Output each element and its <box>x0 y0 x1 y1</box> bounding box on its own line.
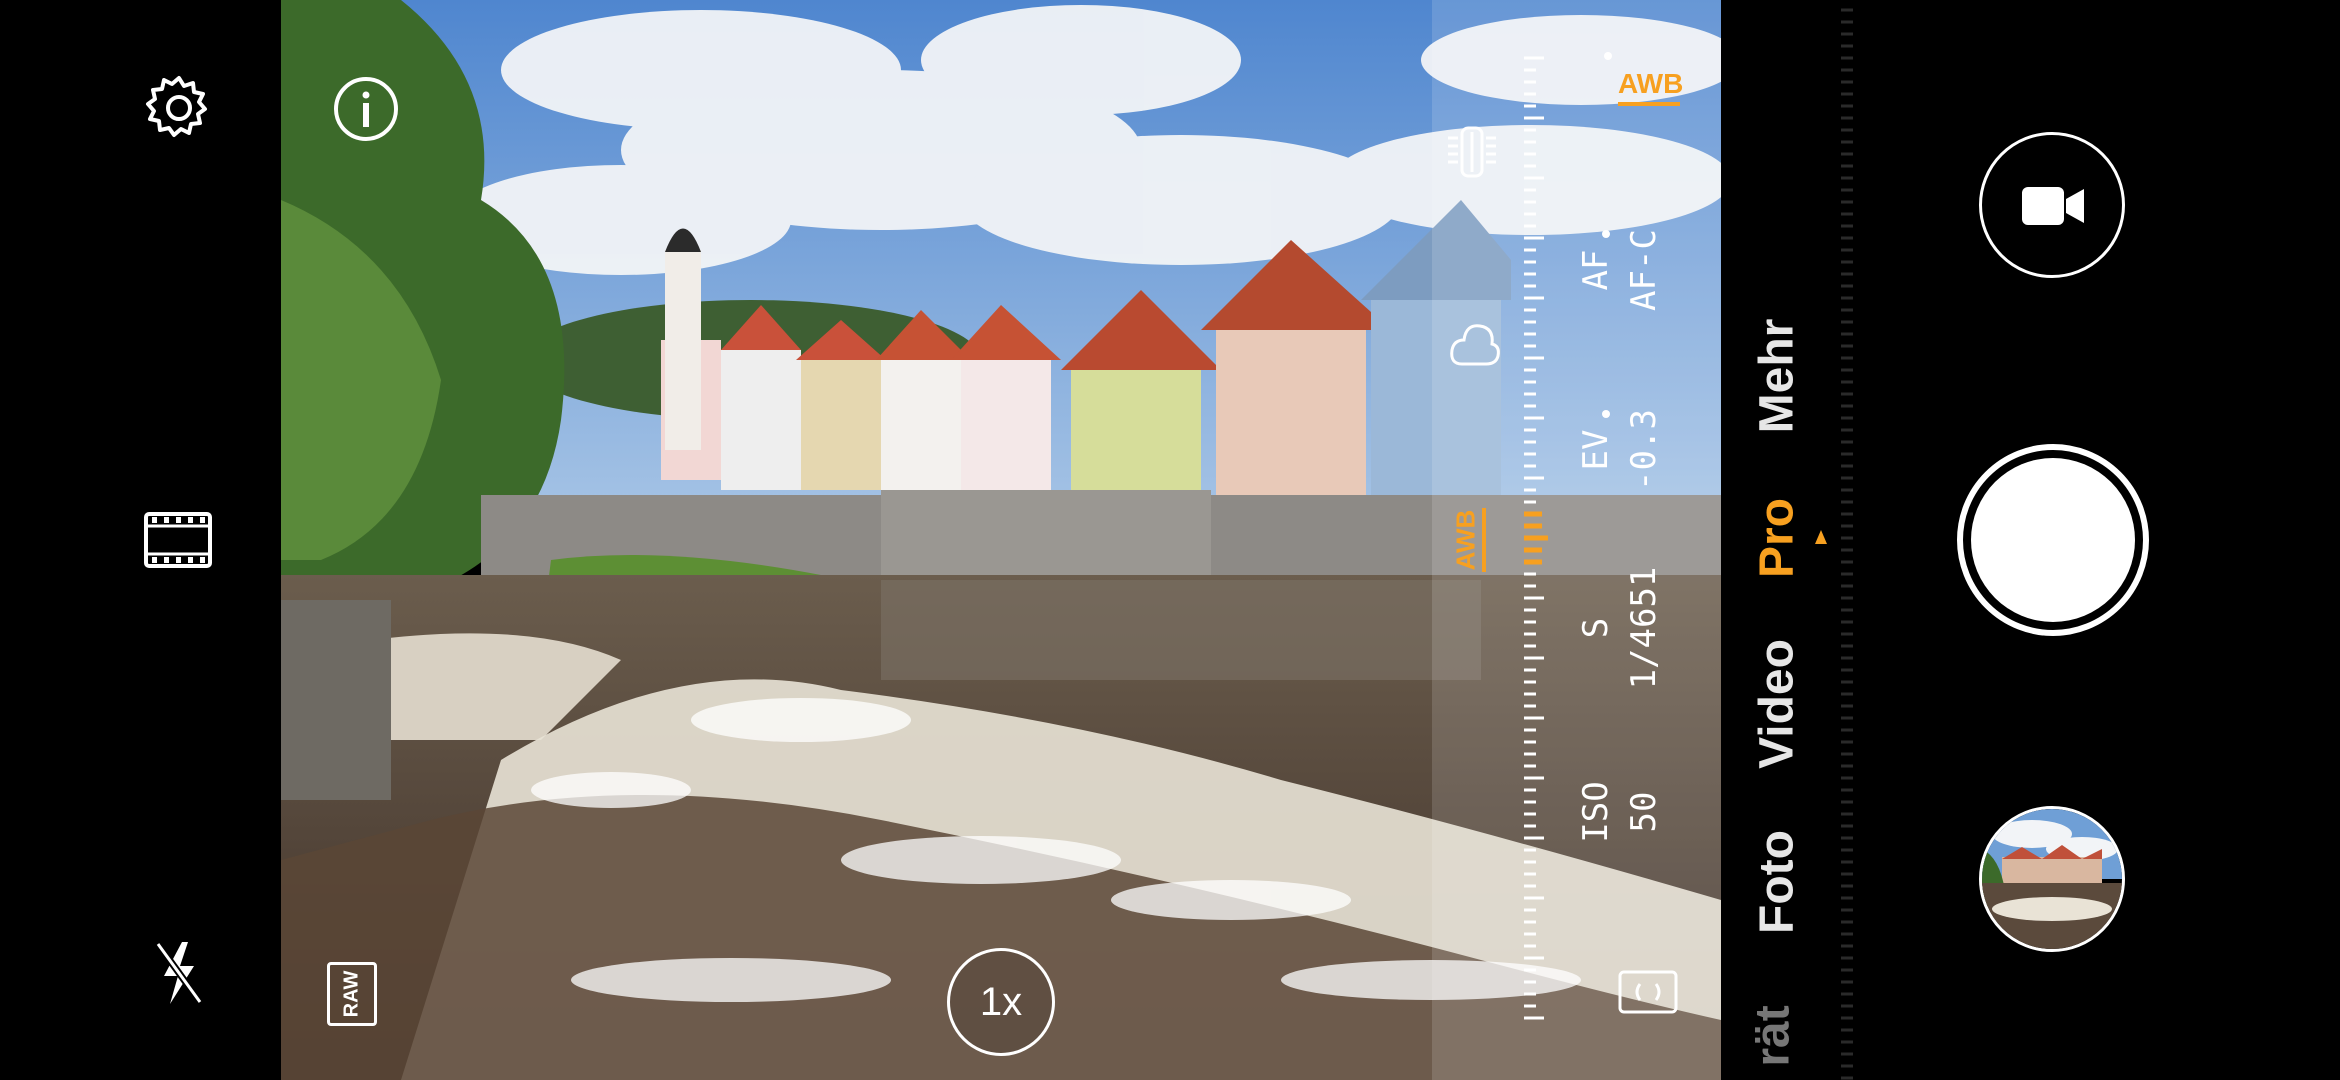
iso-value[interactable]: 50 <box>1624 792 1664 833</box>
mode-video[interactable]: Video <box>1750 639 1805 769</box>
cloudy-wb-icon[interactable] <box>1446 310 1502 374</box>
info-icon[interactable] <box>333 76 399 142</box>
gear-icon[interactable] <box>144 73 214 143</box>
shutter-value[interactable]: 1/4651 <box>1624 567 1664 690</box>
mode-pro[interactable]: Pro <box>1750 498 1805 578</box>
active-mode-caret-icon <box>1815 530 1827 544</box>
value-scale-ruler[interactable] <box>1520 54 1560 1026</box>
af-label[interactable]: AF <box>1576 250 1616 291</box>
raw-label: RAW <box>340 970 363 1018</box>
ev-value[interactable]: -0.3 <box>1624 409 1664 491</box>
indicator-dot <box>1602 230 1610 238</box>
shutter-button[interactable] <box>1957 444 2149 636</box>
awb-mode-label[interactable]: AWB <box>1451 510 1482 571</box>
ev-label[interactable]: EV <box>1576 430 1616 471</box>
awb-mode-marker <box>1482 508 1486 572</box>
film-strip-icon[interactable] <box>144 512 212 568</box>
metering-icon[interactable] <box>1618 970 1678 1014</box>
sliders-icon[interactable] <box>1444 124 1500 180</box>
gallery-thumbnail[interactable] <box>1979 806 2125 952</box>
zoom-label: 1x <box>979 980 1023 1024</box>
indicator-dot <box>1602 410 1610 418</box>
indicator-dot <box>1604 52 1612 60</box>
iso-label[interactable]: ISO <box>1576 781 1616 842</box>
awb-current[interactable]: AWB <box>1618 66 1688 106</box>
awb-underline <box>1618 102 1680 106</box>
mode-scroll-rail <box>1841 8 1853 1080</box>
camera-mode-selector: rät Foto Video Pro Mehr <box>1721 0 1861 1080</box>
mode-item[interactable]: rät <box>1746 1005 1801 1066</box>
video-mode-button[interactable] <box>1979 132 2125 278</box>
shutter-label[interactable]: S <box>1576 618 1616 638</box>
capture-controls <box>1861 0 2340 1080</box>
thumbnail-image <box>1982 809 2122 949</box>
flash-off-icon[interactable] <box>154 938 204 1008</box>
mode-foto[interactable]: Foto <box>1750 830 1805 934</box>
mode-mehr[interactable]: Mehr <box>1750 319 1805 434</box>
raw-toggle[interactable]: RAW <box>327 962 377 1026</box>
video-camera-icon <box>2022 187 2084 225</box>
zoom-button[interactable]: 1x <box>947 948 1055 1056</box>
af-value[interactable]: AF-C <box>1624 229 1664 311</box>
shutter-inner <box>1971 458 2135 622</box>
pro-settings-panel: AWB AWB AF AF-C EV -0.3 S 1/4651 ISO 50 <box>1432 0 1722 1080</box>
left-control-rail <box>0 0 281 1080</box>
